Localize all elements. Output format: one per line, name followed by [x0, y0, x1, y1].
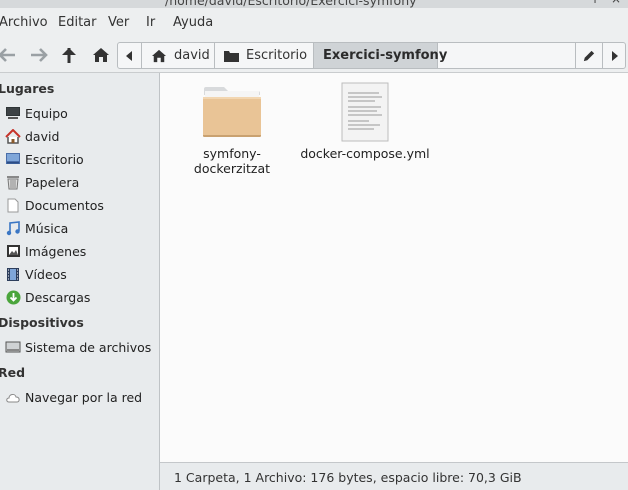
home-icon [152, 49, 166, 62]
home-button[interactable] [88, 42, 114, 68]
forward-button[interactable] [26, 42, 52, 68]
sidebar-item-navegar-por-la-red[interactable]: Navegar por la red [4, 386, 154, 408]
pencil-icon [583, 50, 595, 61]
crumb-escritorio[interactable]: Escritorio [215, 43, 314, 68]
crumb-label: david [174, 48, 210, 63]
home-icon [4, 128, 22, 144]
home-icon [93, 48, 109, 62]
file-name: symfony-dockerzitzat [193, 146, 271, 176]
sidebar-item-label: Vídeos [25, 266, 67, 282]
document-icon [4, 197, 22, 213]
chevron-left-icon [126, 50, 132, 61]
sidebar-item-label: Descargas [25, 289, 91, 305]
chevron-right-icon [612, 50, 618, 61]
forward-icon [31, 48, 48, 62]
menu-ayuda[interactable]: Ayuda [173, 15, 213, 30]
menu-ir[interactable]: Ir [146, 15, 155, 30]
toolbar: david Escritorio Exercici-symfony [0, 38, 628, 73]
sidebar-section-dispositivos: Dispositivos [0, 315, 84, 330]
network-icon [4, 389, 22, 405]
menu-ver[interactable]: Ver [108, 15, 129, 30]
status-bar: 1 Carpeta, 1 Archivo: 176 bytes, espacio… [160, 462, 628, 490]
video-icon [4, 266, 22, 282]
crumb-label: Exercici-symfony [323, 48, 448, 63]
menu-archivo[interactable]: Archivo [0, 15, 48, 30]
sidebar-item-david[interactable]: david [4, 125, 154, 147]
maximize-icon[interactable]: + [590, 0, 600, 6]
back-icon [0, 48, 15, 62]
close-icon[interactable]: × [611, 0, 621, 6]
sidebar-item-musica[interactable]: Música [4, 217, 154, 239]
sidebar-item-label: Equipo [25, 105, 68, 121]
menu-editar[interactable]: Editar [58, 15, 97, 30]
window-title: /home/david/Escritorio/Exercici-symfony [165, 0, 417, 8]
sidebar-item-label: Sistema de archivos [25, 339, 152, 355]
file-item-docker-compose[interactable]: docker-compose.yml [300, 81, 430, 161]
sidebar-section-red: Red [0, 365, 26, 380]
menubar: Archivo Editar Ver Ir Ayuda [0, 8, 628, 38]
up-button[interactable] [56, 42, 82, 68]
sidebar-section-lugares: Lugares [0, 81, 55, 96]
desktop-icon [4, 151, 22, 167]
crumb-label: Escritorio [246, 48, 308, 63]
sidebar-item-label: Documentos [25, 197, 104, 213]
image-icon [4, 243, 22, 259]
file-name: docker-compose.yml [300, 146, 430, 161]
music-icon [4, 220, 22, 236]
sidebar-item-documentos[interactable]: Documentos [4, 194, 154, 216]
text-file-icon [341, 82, 389, 142]
window-titlebar: /home/david/Escritorio/Exercici-symfony … [0, 0, 628, 8]
sidebar-item-videos[interactable]: Vídeos [4, 263, 154, 285]
path-scroll-left-button[interactable] [118, 43, 142, 68]
download-icon [4, 289, 22, 305]
folder-icon [203, 87, 261, 137]
path-scroll-right-button[interactable] [603, 43, 625, 68]
sidebar-item-sistema-de-archivos[interactable]: Sistema de archivos [4, 336, 154, 358]
harddisk-icon [4, 339, 22, 355]
edit-location-button[interactable] [575, 43, 603, 68]
sidebar-item-papelera[interactable]: Papelera [4, 171, 154, 193]
minimize-icon[interactable]: – [572, 0, 578, 6]
sidebar-item-label: david [25, 128, 60, 144]
sidebar: Lugares Equipo david Escritorio Papelera… [0, 73, 160, 490]
sidebar-item-escritorio[interactable]: Escritorio [4, 148, 154, 170]
sidebar-item-label: Escritorio [25, 151, 84, 167]
sidebar-item-imagenes[interactable]: Imágenes [4, 240, 154, 262]
back-button[interactable] [0, 42, 20, 68]
up-icon [62, 48, 76, 63]
path-bar: david Escritorio Exercici-symfony [117, 42, 626, 69]
sidebar-item-label: Música [25, 220, 69, 236]
file-item-folder[interactable]: symfony-dockerzitzat [170, 81, 294, 176]
sidebar-item-label: Papelera [25, 174, 80, 190]
sidebar-item-label: Navegar por la red [25, 389, 143, 405]
computer-icon [4, 105, 22, 121]
crumb-david[interactable]: david [142, 43, 215, 68]
status-text: 1 Carpeta, 1 Archivo: 176 bytes, espacio… [174, 470, 522, 485]
crumb-exercici-symfony[interactable]: Exercici-symfony [314, 43, 447, 68]
trash-icon [4, 174, 22, 190]
sidebar-item-label: Imágenes [25, 243, 87, 259]
file-view: symfony-dockerzitzat docker-compose.yml [160, 73, 628, 462]
sidebar-item-equipo[interactable]: Equipo [4, 102, 154, 124]
folder-icon [224, 50, 239, 62]
sidebar-item-descargas[interactable]: Descargas [4, 286, 154, 308]
